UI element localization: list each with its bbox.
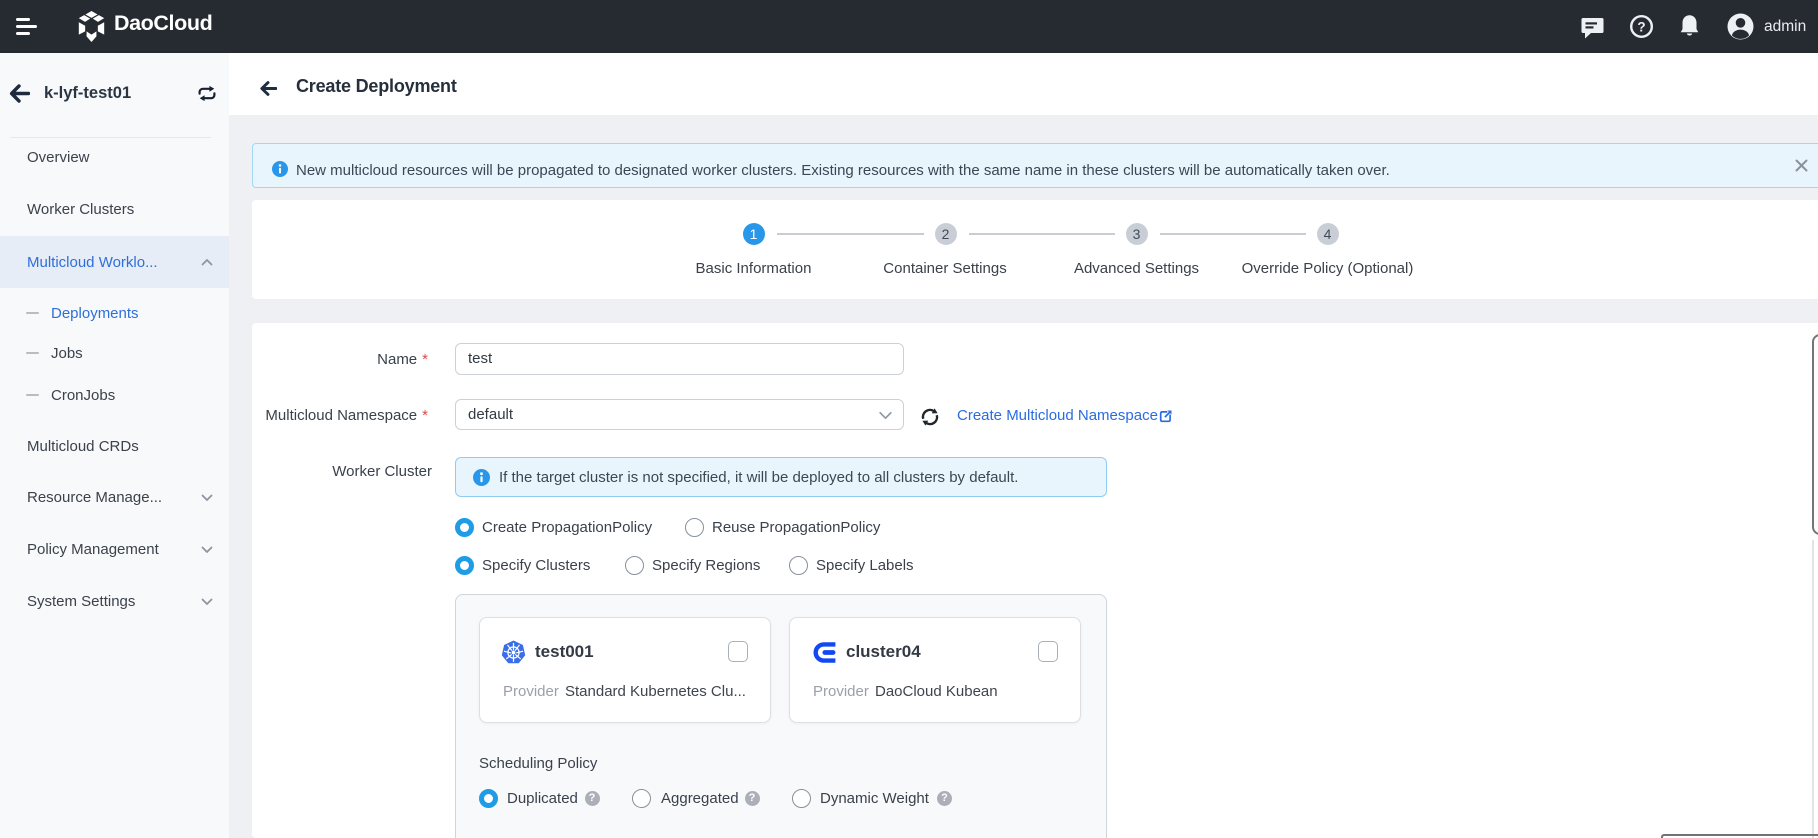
svg-text:?: ? <box>1637 19 1645 34</box>
